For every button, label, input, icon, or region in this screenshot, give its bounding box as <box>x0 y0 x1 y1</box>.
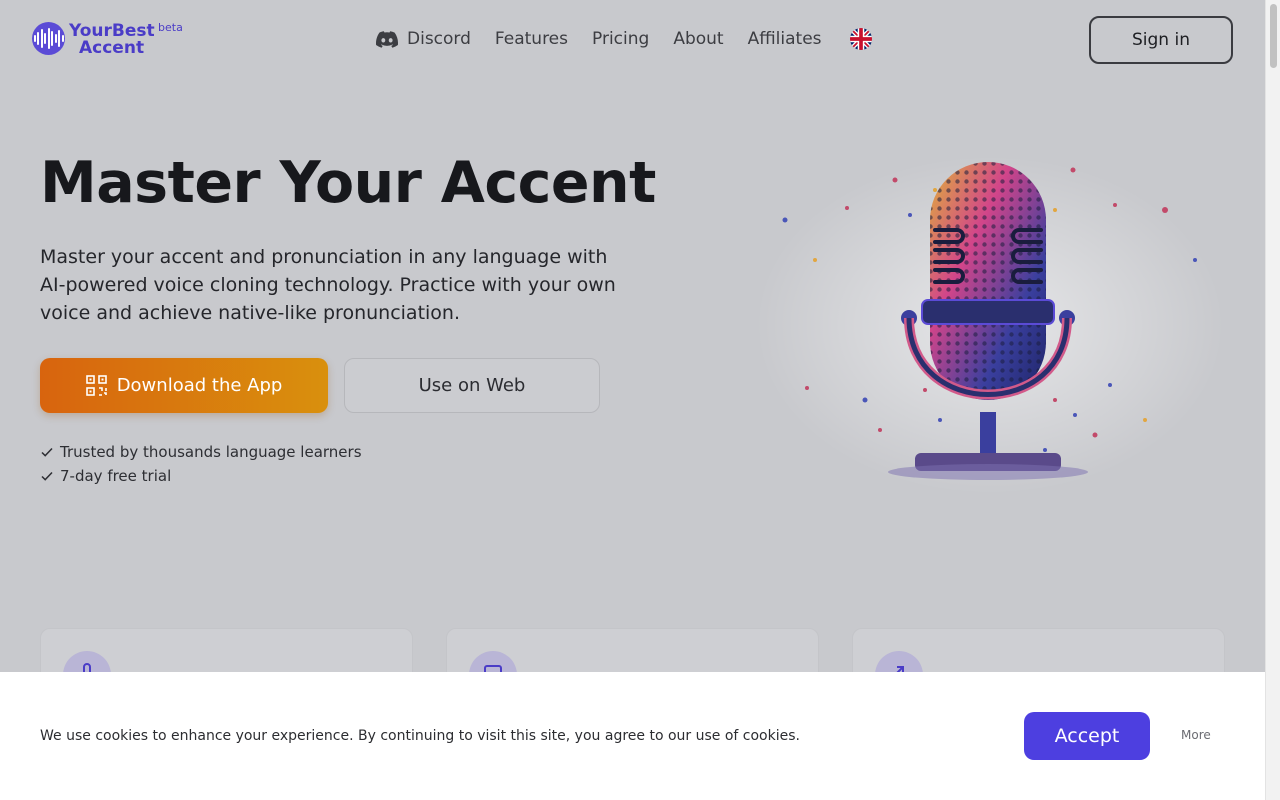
soundwave-logo-icon <box>32 21 65 55</box>
trust-item: Trusted by thousands language learners <box>40 440 362 464</box>
trust-list: Trusted by thousands language learners 7… <box>40 440 362 488</box>
check-icon <box>41 471 53 481</box>
nav-about[interactable]: About <box>673 29 723 49</box>
hero-title: Master Your Accent <box>40 150 656 216</box>
brand-wordmark: YourBest Accent beta <box>69 20 183 58</box>
brand-line-1: YourBest <box>69 21 155 41</box>
sign-in-button[interactable]: Sign in <box>1089 16 1233 64</box>
uk-flag-icon[interactable] <box>849 28 872 50</box>
accept-cookies-button[interactable]: Accept <box>1024 712 1150 760</box>
trust-text: 7-day free trial <box>60 467 172 485</box>
beta-tag: beta <box>158 21 183 34</box>
microphone-soundwave-illustration <box>755 155 1225 495</box>
page-scrollbar[interactable] <box>1265 0 1280 800</box>
nav-discord[interactable]: Discord <box>376 29 471 49</box>
nav-pricing[interactable]: Pricing <box>592 29 649 49</box>
cookie-banner: We use cookies to enhance your experienc… <box>0 672 1265 800</box>
trust-item: 7-day free trial <box>40 464 362 488</box>
download-app-label: Download the App <box>116 375 283 396</box>
scrollbar-thumb[interactable] <box>1270 4 1277 68</box>
brand-logo[interactable]: YourBest Accent beta <box>32 20 183 58</box>
check-icon <box>41 447 53 457</box>
discord-icon <box>376 30 398 48</box>
qr-code-icon <box>85 375 107 396</box>
nav-discord-label: Discord <box>407 29 471 49</box>
use-on-web-button[interactable]: Use on Web <box>344 358 600 413</box>
cookie-more-link[interactable]: More <box>1181 728 1211 742</box>
nav-features[interactable]: Features <box>495 29 568 49</box>
cookie-message: We use cookies to enhance your experienc… <box>40 728 800 744</box>
landing-page: YourBest Accent beta Discord Features Pr… <box>0 0 1265 800</box>
hero-subtitle: Master your accent and pronunciation in … <box>40 246 616 324</box>
nav-affiliates[interactable]: Affiliates <box>748 29 822 49</box>
brand-line-2: Accent <box>79 38 145 58</box>
download-app-button[interactable]: Download the App <box>40 358 328 413</box>
main-nav: Discord Features Pricing About Affiliate… <box>376 28 872 50</box>
trust-text: Trusted by thousands language learners <box>60 443 362 461</box>
